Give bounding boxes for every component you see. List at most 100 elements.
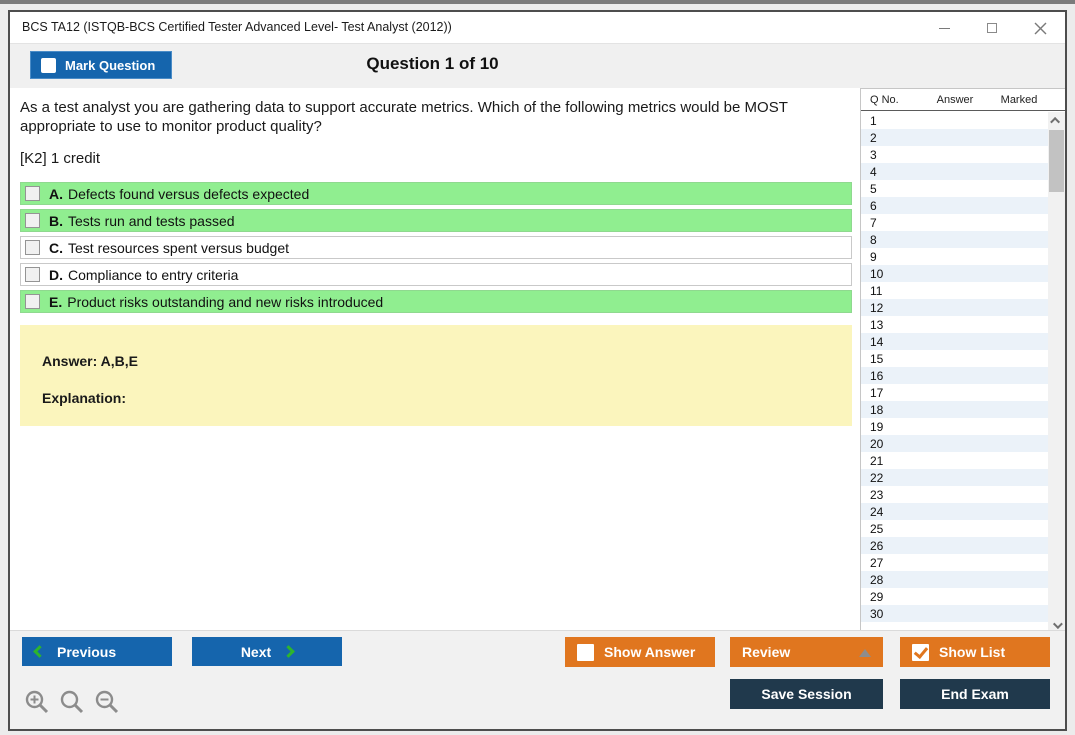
- question-list-row[interactable]: 19: [861, 418, 1048, 435]
- next-button[interactable]: Next: [192, 637, 342, 666]
- question-list-row[interactable]: 20: [861, 435, 1048, 452]
- option-letter: B.: [49, 213, 63, 229]
- scrollbar[interactable]: [1048, 112, 1065, 633]
- close-button[interactable]: [1029, 17, 1051, 39]
- question-list-row[interactable]: 14: [861, 333, 1048, 350]
- end-exam-label: End Exam: [941, 686, 1009, 702]
- cell-c1: 17: [861, 386, 921, 400]
- option-row-c[interactable]: C. Test resources spent versus budget: [20, 236, 852, 259]
- option-text: Test resources spent versus budget: [68, 240, 289, 256]
- cell-c1: 5: [861, 182, 921, 196]
- question-list-row[interactable]: 29: [861, 588, 1048, 605]
- question-list-row[interactable]: 4: [861, 163, 1048, 180]
- save-session-button[interactable]: Save Session: [730, 679, 883, 709]
- question-list-row[interactable]: 7: [861, 214, 1048, 231]
- zoom-out-icon: [94, 689, 120, 715]
- cell-c1: 26: [861, 539, 921, 553]
- question-list-row[interactable]: 6: [861, 197, 1048, 214]
- titlebar: BCS TA12 (ISTQB-BCS Certified Tester Adv…: [10, 12, 1065, 44]
- answer-box: Answer: A,B,E Explanation:: [20, 325, 852, 426]
- zoom-out-button[interactable]: [94, 689, 120, 715]
- question-credit: [K2] 1 credit: [20, 150, 100, 167]
- question-list-row[interactable]: 3: [861, 146, 1048, 163]
- question-list-row[interactable]: 1: [861, 112, 1048, 129]
- question-list-row[interactable]: 10: [861, 265, 1048, 282]
- question-list-row[interactable]: 27: [861, 554, 1048, 571]
- cell-c1: 18: [861, 403, 921, 417]
- previous-button[interactable]: Previous: [22, 637, 172, 666]
- column-marked: Marked: [989, 94, 1049, 106]
- question-list-row[interactable]: 28: [861, 571, 1048, 588]
- minimize-icon: [939, 28, 950, 29]
- explanation-label: Explanation:: [42, 390, 832, 406]
- app-window: BCS TA12 (ISTQB-BCS Certified Tester Adv…: [8, 10, 1067, 731]
- triangle-up-icon: [859, 649, 871, 657]
- zoom-in-icon: [24, 689, 50, 715]
- question-list-row[interactable]: 9: [861, 248, 1048, 265]
- question-list-row[interactable]: 24: [861, 503, 1048, 520]
- question-list-row[interactable]: 22: [861, 469, 1048, 486]
- option-row-b[interactable]: B.Tests run and tests passed: [20, 209, 852, 232]
- zoom-controls: [24, 689, 120, 715]
- option-letter: E.: [49, 294, 62, 310]
- option-checkbox[interactable]: [25, 240, 40, 255]
- end-exam-button[interactable]: End Exam: [900, 679, 1050, 709]
- cell-c1: 13: [861, 318, 921, 332]
- question-list-header: Q No. Answer Marked: [861, 89, 1065, 111]
- question-list-row[interactable]: 25: [861, 520, 1048, 537]
- question-list-row[interactable]: 11: [861, 282, 1048, 299]
- question-list: 1234567891011121314151617181920212223242…: [861, 112, 1048, 633]
- option-checkbox[interactable]: [25, 213, 40, 228]
- minimize-button[interactable]: [933, 17, 955, 39]
- option-text: Product risks outstanding and new risks …: [67, 294, 383, 310]
- column-answer: Answer: [921, 94, 989, 106]
- show-answer-checkbox[interactable]: [577, 644, 594, 661]
- option-checkbox[interactable]: [25, 186, 40, 201]
- cell-c1: 11: [861, 284, 921, 298]
- question-list-row[interactable]: 21: [861, 452, 1048, 469]
- review-label: Review: [742, 644, 790, 660]
- close-icon: [1034, 22, 1047, 35]
- maximize-button[interactable]: [981, 17, 1003, 39]
- cell-c1: 22: [861, 471, 921, 485]
- question-list-row[interactable]: 15: [861, 350, 1048, 367]
- question-list-row[interactable]: 13: [861, 316, 1048, 333]
- option-checkbox[interactable]: [25, 294, 40, 309]
- question-list-row[interactable]: 5: [861, 180, 1048, 197]
- option-letter: A.: [49, 186, 63, 202]
- cell-c1: 9: [861, 250, 921, 264]
- zoom-reset-button[interactable]: [59, 689, 85, 715]
- next-label: Next: [241, 644, 271, 660]
- option-checkbox[interactable]: [25, 267, 40, 282]
- question-list-row[interactable]: 23: [861, 486, 1048, 503]
- show-list-button[interactable]: Show List: [900, 637, 1050, 667]
- question-list-row[interactable]: 18: [861, 401, 1048, 418]
- scroll-up-button[interactable]: [1048, 112, 1065, 128]
- show-list-checkbox[interactable]: [912, 644, 929, 661]
- option-letter: D.: [49, 267, 63, 283]
- question-list-row[interactable]: 16: [861, 367, 1048, 384]
- cell-c1: 3: [861, 148, 921, 162]
- cell-c1: 8: [861, 233, 921, 247]
- column-qno: Q No.: [861, 94, 921, 106]
- show-answer-button[interactable]: Show Answer: [565, 637, 715, 667]
- option-row-e[interactable]: E. Product risks outstanding and new risk…: [20, 290, 852, 313]
- cell-c1: 23: [861, 488, 921, 502]
- question-list-row[interactable]: 17: [861, 384, 1048, 401]
- option-letter: C.: [49, 240, 63, 256]
- save-session-label: Save Session: [761, 686, 851, 702]
- question-list-row[interactable]: 12: [861, 299, 1048, 316]
- option-row-a[interactable]: A.Defects found versus defects expected: [20, 182, 852, 205]
- cell-c1: 19: [861, 420, 921, 434]
- question-list-row[interactable]: 26: [861, 537, 1048, 554]
- options-list: A.Defects found versus defects expected B…: [20, 182, 852, 317]
- question-list-row[interactable]: 8: [861, 231, 1048, 248]
- review-button[interactable]: Review: [730, 637, 883, 667]
- option-row-d[interactable]: D.Compliance to entry criteria: [20, 263, 852, 286]
- chevron-up-icon: [1050, 116, 1060, 126]
- cell-c1: 16: [861, 369, 921, 383]
- question-list-row[interactable]: 2: [861, 129, 1048, 146]
- zoom-in-button[interactable]: [24, 689, 50, 715]
- question-list-row[interactable]: 30: [861, 605, 1048, 622]
- scrollbar-thumb[interactable]: [1049, 130, 1064, 192]
